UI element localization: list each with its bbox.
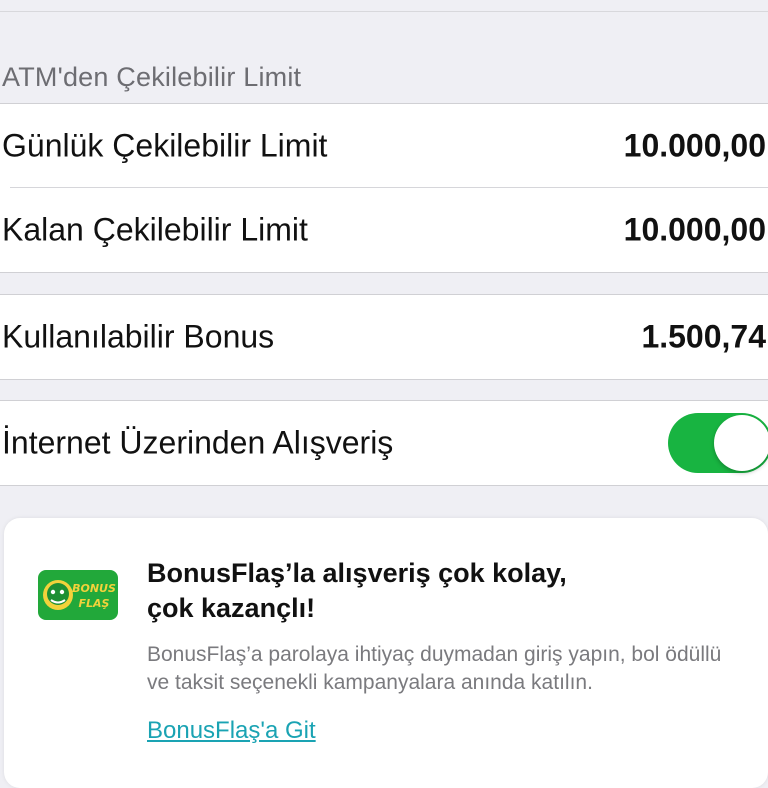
toggle-knob xyxy=(714,415,768,471)
promo-title: BonusFlaş’la alışveriş çok kolay, çok ka… xyxy=(147,556,707,626)
bonus-label: Kullanılabilir Bonus xyxy=(2,318,275,355)
bonus-value: 1.500,74 xyxy=(641,318,766,355)
bonusflas-logo-icon: BONUS FLAŞ xyxy=(38,570,118,620)
bonus-group: Kullanılabilir Bonus 1.500,74 xyxy=(0,294,768,380)
promo-description: BonusFlaş’a parolaya ihtiyaç duymadan gi… xyxy=(147,643,722,694)
top-divider xyxy=(0,11,768,12)
svg-text:BONUS: BONUS xyxy=(72,582,116,595)
remaining-limit-label: Kalan Çekilebilir Limit xyxy=(2,211,308,248)
remaining-limit-value: 10.000,00 xyxy=(623,211,766,248)
promo-title-line1: BonusFlaş’la alışveriş çok kolay, xyxy=(147,558,567,588)
internet-shopping-label: İnternet Üzerinden Alışveriş xyxy=(2,424,394,461)
internet-shopping-row: İnternet Üzerinden Alışveriş xyxy=(0,401,768,485)
remaining-limit-row[interactable]: Kalan Çekilebilir Limit 10.000,00 xyxy=(0,188,768,272)
daily-limit-label: Günlük Çekilebilir Limit xyxy=(2,127,328,164)
daily-limit-row[interactable]: Günlük Çekilebilir Limit 10.000,00 xyxy=(0,104,768,188)
atm-limit-group: Günlük Çekilebilir Limit 10.000,00 Kalan… xyxy=(0,103,768,273)
internet-shopping-toggle[interactable] xyxy=(668,413,768,473)
go-to-bonusflas-link[interactable]: BonusFlaş'a Git xyxy=(147,717,316,745)
internet-shopping-group: İnternet Üzerinden Alışveriş xyxy=(0,400,768,486)
promo-title-line2: çok kazançlı! xyxy=(147,593,316,623)
daily-limit-value: 10.000,00 xyxy=(623,127,766,164)
atm-section-header: ATM'den Çekilebilir Limit xyxy=(2,62,302,92)
bonusflas-promo-card: BONUS FLAŞ BonusFlaş’la alışveriş çok ko… xyxy=(4,518,768,788)
bonus-row[interactable]: Kullanılabilir Bonus 1.500,74 xyxy=(0,295,768,379)
svg-text:FLAŞ: FLAŞ xyxy=(79,597,110,610)
